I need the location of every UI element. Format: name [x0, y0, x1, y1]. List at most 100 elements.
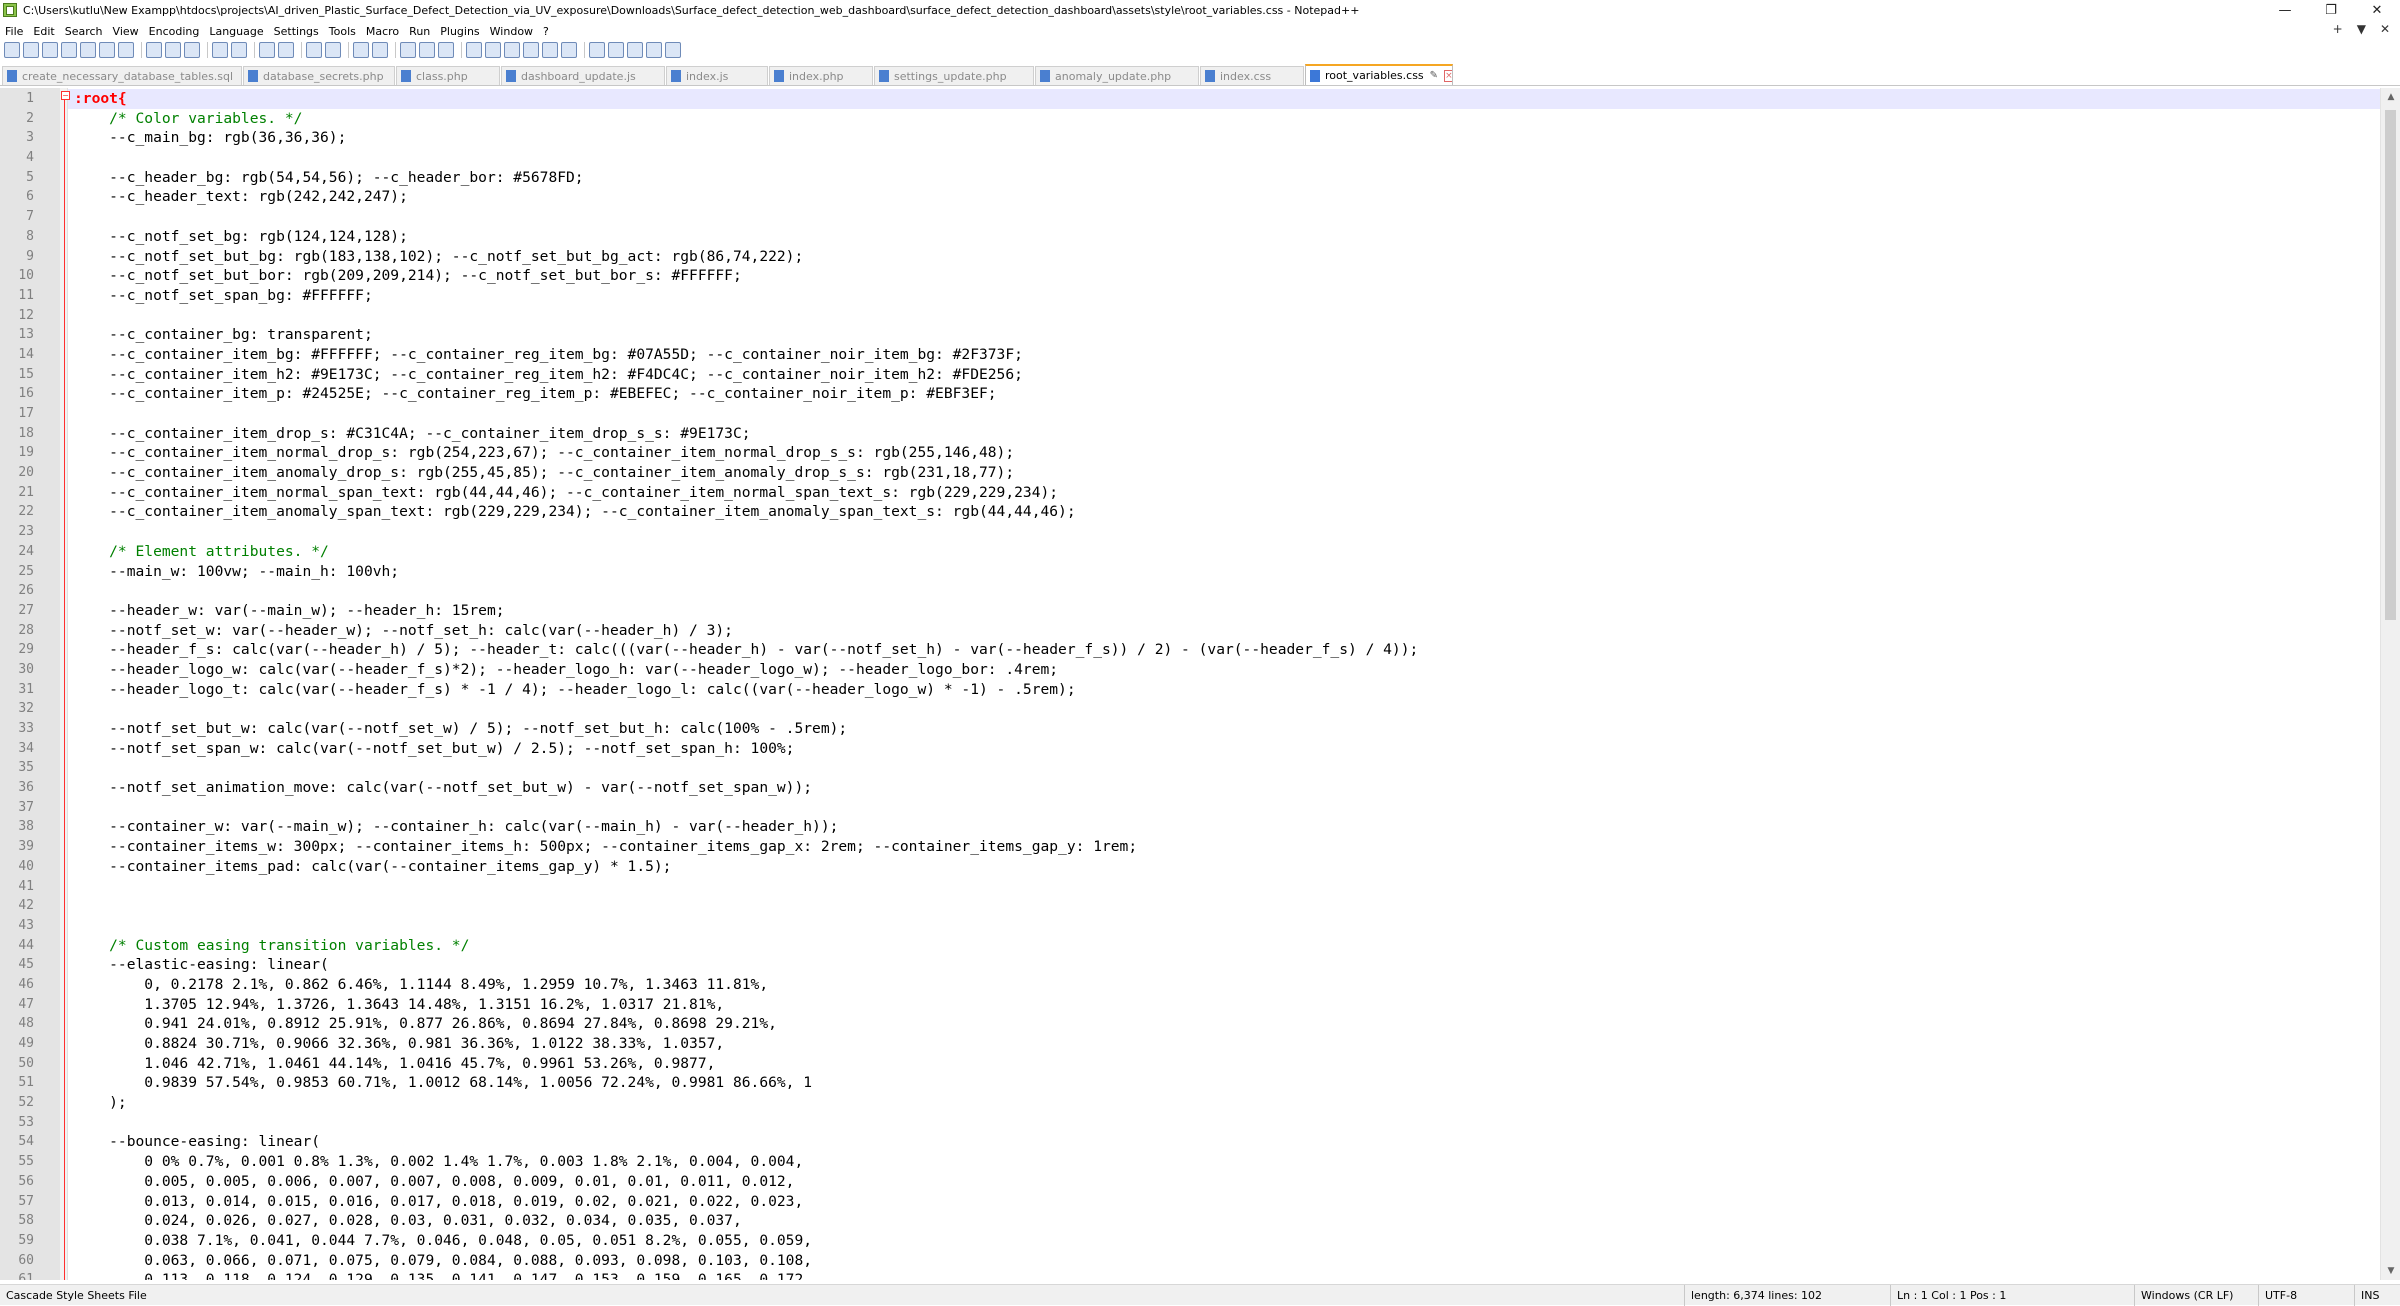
line-number: 2: [26, 110, 34, 126]
line-number: 13: [18, 327, 34, 343]
code-line: 50 1.046 42.71%, 1.0461 44.14%, 1.0416 4…: [0, 1054, 2380, 1074]
indent-guide-icon[interactable]: [438, 42, 454, 58]
menu-macro[interactable]: Macro: [361, 25, 404, 38]
tab-index-js[interactable]: index.js: [666, 66, 768, 85]
tab-database-secrets[interactable]: database_secrets.php: [243, 66, 395, 85]
zoom-out-icon[interactable]: [325, 42, 341, 58]
menu-bar: File Edit Search View Encoding Language …: [0, 22, 2400, 40]
code-line: 9 --c_notf_set_but_bg: rgb(183,138,102);…: [0, 247, 2380, 267]
zoom-in-icon[interactable]: [306, 42, 322, 58]
line-number: 9: [26, 248, 34, 264]
paste-icon[interactable]: [184, 42, 200, 58]
open-file-icon[interactable]: [23, 42, 39, 58]
run-macro-multiple-icon[interactable]: [646, 42, 662, 58]
tab-root-variables[interactable]: root_variables.css ✎ ×: [1305, 64, 1453, 85]
line-text: 0.063, 0.066, 0.071, 0.075, 0.079, 0.084…: [74, 1251, 813, 1269]
menu-language[interactable]: Language: [204, 25, 268, 38]
menu-search[interactable]: Search: [60, 25, 108, 38]
line-number: 3: [26, 130, 34, 146]
line-text: --c_notf_set_but_bor: rgb(209,209,214); …: [74, 267, 742, 285]
record-macro-icon[interactable]: [589, 42, 605, 58]
code-line: 36 --notf_set_animation_move: calc(var(-…: [0, 778, 2380, 798]
tab-index-php[interactable]: index.php: [769, 66, 873, 85]
doc-map-icon[interactable]: [485, 42, 501, 58]
lang-udl-icon[interactable]: [466, 42, 482, 58]
cut-icon[interactable]: [146, 42, 162, 58]
vertical-scrollbar[interactable]: ▲ ▼: [2380, 88, 2400, 1280]
scroll-up-icon[interactable]: ▲: [2381, 88, 2400, 106]
menu-view[interactable]: View: [108, 25, 144, 38]
print-icon[interactable]: [118, 42, 134, 58]
line-number: 36: [18, 780, 34, 796]
close-doc-icon[interactable]: ✕: [2380, 22, 2390, 36]
menu-tools[interactable]: Tools: [324, 25, 361, 38]
code-line: 45 --elastic-easing: linear(: [0, 955, 2380, 975]
window-title: C:\Users\kutlu\New Exampp\htdocs\project…: [23, 3, 1360, 17]
close-tab-icon[interactable]: ×: [1444, 69, 1452, 82]
editor-area[interactable]: − 1:root{2 /* Color variables. */3 --c_m…: [0, 88, 2400, 1280]
tab-index-css[interactable]: index.css: [1200, 66, 1304, 85]
save-all-icon[interactable]: [61, 42, 77, 58]
menu-encoding[interactable]: Encoding: [144, 25, 205, 38]
code-line: 10 --c_notf_set_but_bor: rgb(209,209,214…: [0, 266, 2380, 286]
tab-create-necessary-database-tables[interactable]: create_necessary_database_tables.sql: [2, 66, 242, 85]
new-file-icon[interactable]: [4, 42, 20, 58]
sync-scroll-h-icon[interactable]: [372, 42, 388, 58]
status-eol[interactable]: Windows (CR LF): [2134, 1285, 2233, 1306]
code-line: 30 --header_logo_w: calc(var(--header_f_…: [0, 660, 2380, 680]
doc-list-icon[interactable]: [504, 42, 520, 58]
line-text: 0.8824 30.71%, 0.9066 32.36%, 0.981 36.3…: [74, 1035, 725, 1052]
undo-icon[interactable]: [212, 42, 228, 58]
line-number: 24: [18, 543, 34, 559]
line-number: 59: [18, 1232, 34, 1248]
menu-file[interactable]: File: [0, 25, 28, 38]
tab-dashboard-update[interactable]: dashboard_update.js: [501, 66, 665, 85]
line-text: --notf_set_animation_move: calc(var(--no…: [74, 779, 813, 797]
redo-icon[interactable]: [231, 42, 247, 58]
replace-icon[interactable]: [278, 42, 294, 58]
file-icon: [7, 70, 17, 82]
save-icon[interactable]: [42, 42, 58, 58]
function-list-icon[interactable]: [523, 42, 539, 58]
minimize-button[interactable]: —: [2262, 0, 2308, 20]
line-text: 0.013, 0.014, 0.015, 0.016, 0.017, 0.018…: [74, 1192, 804, 1210]
maximize-button[interactable]: ❐: [2308, 0, 2354, 20]
line-text: --c_notf_set_but_bg: rgb(183,138,102); -…: [74, 247, 804, 265]
copy-icon[interactable]: [165, 42, 181, 58]
code-line: 21 --c_container_item_normal_span_text: …: [0, 483, 2380, 503]
scrollbar-thumb[interactable]: [2385, 110, 2396, 620]
new-tab-icon[interactable]: +: [2333, 22, 2343, 36]
line-number: 16: [18, 386, 34, 402]
tab-anomaly-update[interactable]: anomaly_update.php: [1035, 66, 1199, 85]
close-file-icon[interactable]: [80, 42, 96, 58]
status-encoding[interactable]: UTF-8: [2258, 1285, 2297, 1306]
word-wrap-icon[interactable]: [400, 42, 416, 58]
tab-settings-update[interactable]: settings_update.php: [874, 66, 1034, 85]
close-all-icon[interactable]: [99, 42, 115, 58]
stop-macro-icon[interactable]: [608, 42, 624, 58]
menu-run[interactable]: Run: [404, 25, 435, 38]
show-all-chars-icon[interactable]: [419, 42, 435, 58]
save-macro-icon[interactable]: [665, 42, 681, 58]
close-button[interactable]: ✕: [2354, 0, 2400, 20]
pin-icon[interactable]: ✎: [1430, 70, 1438, 81]
menu-settings[interactable]: Settings: [269, 25, 324, 38]
tab-list-icon[interactable]: ▼: [2357, 22, 2366, 36]
file-icon: [879, 70, 889, 82]
line-text: --c_container_bg: transparent;: [74, 326, 373, 344]
tab-label: create_necessary_database_tables.sql: [22, 69, 234, 83]
tab-class[interactable]: class.php: [396, 66, 500, 85]
find-icon[interactable]: [259, 42, 275, 58]
tab-label: dashboard_update.js: [521, 69, 636, 83]
line-text: --c_notf_set_span_bg: #FFFFFF;: [74, 286, 373, 304]
monitoring-icon[interactable]: [561, 42, 577, 58]
line-text: --container_items_w: 300px; --container_…: [74, 838, 1138, 856]
menu-help[interactable]: ?: [538, 25, 554, 38]
menu-window[interactable]: Window: [485, 25, 538, 38]
menu-edit[interactable]: Edit: [28, 25, 59, 38]
folder-workspace-icon[interactable]: [542, 42, 558, 58]
scroll-down-icon[interactable]: ▼: [2381, 1262, 2400, 1280]
menu-plugins[interactable]: Plugins: [435, 25, 484, 38]
sync-scroll-v-icon[interactable]: [353, 42, 369, 58]
play-macro-icon[interactable]: [627, 42, 643, 58]
